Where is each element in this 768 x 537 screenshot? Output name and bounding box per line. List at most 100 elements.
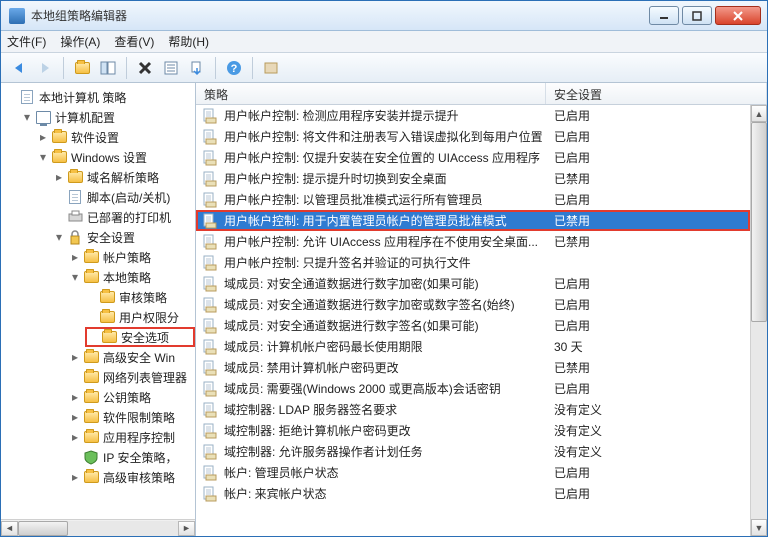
collapse-icon[interactable]: ▾ [21, 111, 33, 123]
menu-help[interactable]: 帮助(H) [168, 33, 209, 50]
column-policy[interactable]: 策略 [196, 83, 546, 104]
policy-icon [202, 360, 218, 376]
folder-icon [83, 429, 99, 445]
policy-setting: 已启用 [546, 296, 750, 313]
printer-icon [67, 209, 83, 225]
folder-icon [83, 349, 99, 365]
tree-advanced-security[interactable]: ▸ 高级安全 Win [69, 347, 195, 367]
tree-view[interactable]: 本地计算机 策略 ▾ 计算机配置 ▸软件设置 [1, 83, 195, 519]
extra-button[interactable] [259, 56, 283, 80]
scroll-thumb[interactable] [18, 521, 68, 536]
menu-action[interactable]: 操作(A) [60, 33, 100, 50]
tree-account-policies[interactable]: ▸帐户策略 [69, 247, 195, 267]
tree-software-settings[interactable]: ▸软件设置 [37, 127, 195, 147]
scroll-up-button[interactable]: ▲ [751, 105, 767, 122]
expand-icon[interactable]: ▸ [69, 391, 81, 403]
collapse-icon[interactable]: ▾ [53, 231, 65, 243]
titlebar[interactable]: 本地组策略编辑器 [1, 1, 767, 31]
scroll-down-button[interactable]: ▼ [751, 519, 767, 536]
show-hide-tree-button[interactable] [96, 56, 120, 80]
tree-network-list-mgr[interactable]: 网络列表管理器 [69, 367, 195, 387]
delete-button[interactable] [133, 56, 157, 80]
toolbar-separator [215, 57, 216, 79]
tree-audit-policy[interactable]: 审核策略 [85, 287, 195, 307]
collapse-icon[interactable]: ▾ [37, 151, 49, 163]
tree-ip-security[interactable]: IP 安全策略， [69, 447, 195, 467]
policy-icon [202, 276, 218, 292]
expand-icon[interactable]: ▸ [69, 351, 81, 363]
collapse-icon[interactable] [5, 91, 17, 103]
help-button[interactable]: ? [222, 56, 246, 80]
close-button[interactable] [715, 6, 761, 25]
tree-scripts[interactable]: 脚本(启动/关机) [53, 187, 195, 207]
minimize-button[interactable] [649, 6, 679, 25]
tree-local-policies[interactable]: ▾本地策略 [69, 267, 195, 287]
scroll-track[interactable] [18, 521, 178, 536]
scroll-track[interactable] [751, 122, 767, 519]
policy-row[interactable]: 帐户: 管理员帐户状态已启用 [196, 462, 750, 483]
tree-advanced-audit[interactable]: ▸高级审核策略 [69, 467, 195, 487]
menu-view[interactable]: 查看(V) [114, 33, 154, 50]
policy-row[interactable]: 帐户: 来宾帐户状态已启用 [196, 483, 750, 504]
policy-row[interactable]: 用户帐户控制: 仅提升安装在安全位置的 UIAccess 应用程序已启用 [196, 147, 750, 168]
policy-row[interactable]: 用户帐户控制: 将文件和注册表写入错误虚拟化到每用户位置已启用 [196, 126, 750, 147]
list-vertical-scrollbar[interactable]: ▲ ▼ [750, 105, 767, 536]
forward-button[interactable] [33, 56, 57, 80]
policy-row[interactable]: 域控制器: 拒绝计算机帐户密码更改没有定义 [196, 420, 750, 441]
tree-user-rights[interactable]: 用户权限分 [85, 307, 195, 327]
column-setting[interactable]: 安全设置 [546, 83, 767, 104]
export-list-button[interactable] [185, 56, 209, 80]
policy-icon [202, 339, 218, 355]
policy-row[interactable]: 用户帐户控制: 提示提升时切换到安全桌面已禁用 [196, 168, 750, 189]
properties-button[interactable] [159, 56, 183, 80]
policy-row[interactable]: 用户帐户控制: 只提升签名并验证的可执行文件 [196, 252, 750, 273]
policy-setting: 已禁用 [546, 170, 750, 187]
tree-label: 高级安全 Win [103, 349, 175, 366]
tree-security-options[interactable]: 安全选项 [85, 327, 195, 347]
scroll-thumb[interactable] [751, 122, 767, 322]
scroll-left-button[interactable]: ◄ [1, 521, 18, 536]
policy-row[interactable]: 域控制器: 允许服务器操作者计划任务没有定义 [196, 441, 750, 462]
tree-security-settings[interactable]: ▾安全设置 [53, 227, 195, 247]
policy-row[interactable]: 域成员: 对安全通道数据进行数字加密(如果可能)已启用 [196, 273, 750, 294]
tree-app-control[interactable]: ▸应用程序控制 [69, 427, 195, 447]
tree-windows-settings[interactable]: ▾Windows 设置 [37, 147, 195, 167]
up-button[interactable] [70, 56, 94, 80]
folder-icon [99, 309, 115, 325]
collapse-icon[interactable]: ▾ [69, 271, 81, 283]
list-rows[interactable]: 用户帐户控制: 检测应用程序安装并提示提升已启用用户帐户控制: 将文件和注册表写… [196, 105, 750, 536]
menu-file[interactable]: 文件(F) [7, 33, 46, 50]
policy-setting: 已启用 [546, 485, 750, 502]
back-button[interactable] [7, 56, 31, 80]
tree-deployed-printers[interactable]: 已部署的打印机 [53, 207, 195, 227]
expand-icon[interactable]: ▸ [69, 431, 81, 443]
expand-icon[interactable]: ▸ [69, 251, 81, 263]
policy-row[interactable]: 域成员: 需要强(Windows 2000 或更高版本)会话密钥已启用 [196, 378, 750, 399]
window-title: 本地组策略编辑器 [31, 7, 649, 24]
expand-icon[interactable]: ▸ [53, 171, 65, 183]
policy-setting: 已启用 [546, 128, 750, 145]
policy-row[interactable]: 用户帐户控制: 允许 UIAccess 应用程序在不使用安全桌面...已禁用 [196, 231, 750, 252]
tree-computer-config[interactable]: ▾ 计算机配置 [21, 107, 195, 127]
expand-icon[interactable]: ▸ [69, 411, 81, 423]
policy-icon [202, 423, 218, 439]
scroll-right-button[interactable]: ► [178, 521, 195, 536]
tree-root[interactable]: 本地计算机 策略 [5, 87, 195, 107]
policy-row[interactable]: 域控制器: LDAP 服务器签名要求没有定义 [196, 399, 750, 420]
policy-row[interactable]: 域成员: 计算机帐户密码最长使用期限30 天 [196, 336, 750, 357]
policy-setting: 已禁用 [546, 359, 750, 376]
expand-icon[interactable]: ▸ [37, 131, 49, 143]
tree-horizontal-scrollbar[interactable]: ◄ ► [1, 519, 195, 536]
policy-row[interactable]: 域成员: 禁用计算机帐户密码更改已禁用 [196, 357, 750, 378]
policy-row[interactable]: 用户帐户控制: 检测应用程序安装并提示提升已启用 [196, 105, 750, 126]
maximize-button[interactable] [682, 6, 712, 25]
tree-dns-policy[interactable]: ▸域名解析策略 [53, 167, 195, 187]
policy-row[interactable]: 用户帐户控制: 用于内置管理员帐户的管理员批准模式已禁用 [196, 210, 750, 231]
policy-icon [202, 171, 218, 187]
policy-row[interactable]: 用户帐户控制: 以管理员批准模式运行所有管理员已启用 [196, 189, 750, 210]
tree-public-key-policies[interactable]: ▸公钥策略 [69, 387, 195, 407]
policy-row[interactable]: 域成员: 对安全通道数据进行数字加密或数字签名(始终)已启用 [196, 294, 750, 315]
tree-software-restriction[interactable]: ▸软件限制策略 [69, 407, 195, 427]
policy-row[interactable]: 域成员: 对安全通道数据进行数字签名(如果可能)已启用 [196, 315, 750, 336]
expand-icon[interactable]: ▸ [69, 471, 81, 483]
